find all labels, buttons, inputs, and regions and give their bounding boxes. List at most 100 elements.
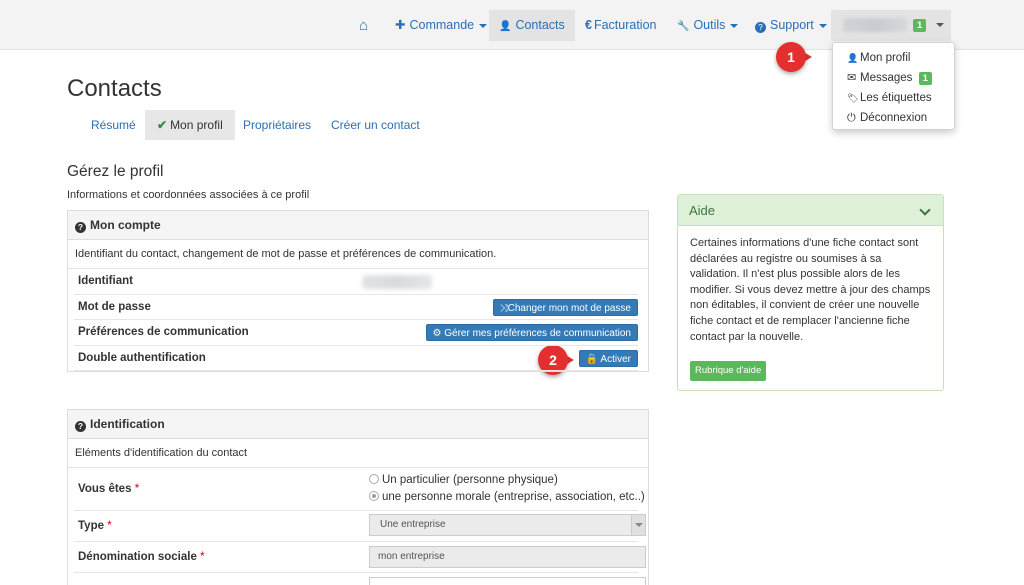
account-panel: ? Mon compte Identifiant du contact, chan… [67, 210, 649, 372]
row-password: Mot de passe ⤨Changer mon mot de passe [74, 295, 638, 320]
type-select[interactable]: Une entreprise [369, 514, 646, 536]
user-dropdown-menu: 👤 Mon profil ✉ Messages 1 🏷 Les étiquettes … [832, 42, 955, 130]
menu-item-label: Les étiquettes [860, 92, 932, 104]
help-body: Certaines informations d'une fiche conta… [678, 226, 943, 381]
marker-number: 1 [776, 42, 806, 72]
type-select-value: Une entreprise [380, 519, 446, 530]
chevron-down-icon [730, 23, 739, 28]
row-label: Préférences de communication [78, 326, 249, 338]
nav-home[interactable]: ⌂ [349, 10, 382, 41]
identification-panel-description: Eléments d'identification du contact [68, 439, 648, 468]
activate-2fa-button[interactable]: 🔒 Activer [578, 349, 638, 367]
field-label: Type [78, 520, 104, 532]
tab-label: Créer un contact [331, 118, 420, 132]
row-two-factor: Double authentification 🔒 Activer [74, 346, 638, 371]
euro-icon: € [585, 18, 592, 32]
menu-item-label: Mon profil [860, 52, 911, 64]
tab-mon-profil[interactable]: ✔ Mon profil [145, 110, 235, 140]
radio-label: une personne morale (entreprise, associa… [382, 491, 645, 503]
tab-resume[interactable]: Résumé [79, 110, 148, 140]
wrench-icon: 🔧 [677, 21, 690, 32]
user-menu-toggle[interactable]: 1 [831, 10, 951, 41]
radio-personne-morale[interactable]: une personne morale (entreprise, associa… [369, 490, 645, 504]
nav-facturation[interactable]: € Facturation [575, 10, 666, 41]
menu-item-etiquettes[interactable]: 🏷 Les étiquettes [833, 88, 954, 108]
nav-outils[interactable]: 🔧 Outils [667, 10, 748, 41]
chevron-down-icon [479, 23, 488, 28]
change-password-button[interactable]: ⤨Changer mon mot de passe [492, 298, 638, 316]
nav-commande[interactable]: ✚ Commande [385, 10, 497, 41]
tab-label: Propriétaires [243, 118, 312, 132]
next-field-input[interactable] [369, 577, 646, 585]
question-circle-icon: ? [75, 421, 86, 432]
nav-facturation-label: Facturation [593, 18, 657, 32]
question-circle-icon: ? [75, 222, 86, 233]
row-next-field [74, 573, 646, 585]
menu-item-messages[interactable]: ✉ Messages 1 [833, 68, 954, 88]
row-label: Mot de passe [78, 300, 151, 313]
nav-outils-label: Outils [693, 18, 726, 32]
row-identifiant: Identifiant [74, 269, 638, 295]
panel-heading-label: Mon compte [90, 218, 161, 232]
account-panel-description: Identifiant du contact, changement de mo… [68, 240, 648, 269]
tab-proprietaires[interactable]: Propriétaires [231, 110, 323, 140]
radio-selected-icon [369, 491, 379, 501]
row-denomination: Dénomination sociale * mon entreprise [74, 542, 646, 573]
menu-item-deconnexion[interactable]: ⏻ Déconnexion [833, 108, 954, 128]
menu-item-label: Messages [860, 72, 913, 84]
account-panel-heading: ? Mon compte [68, 211, 648, 240]
menu-item-label: Déconnexion [860, 112, 928, 124]
radio-label: Un particulier (personne physique) [382, 474, 558, 486]
required-marker: * [134, 483, 140, 495]
row-label: Double authentification [78, 351, 206, 364]
question-circle-icon: ? [755, 22, 766, 33]
annotation-marker-1: 1 [776, 42, 812, 72]
nav-contacts[interactable]: 👤 Contacts [489, 10, 575, 41]
envelope-icon: ✉ [847, 72, 857, 84]
identification-panel-heading: ? Identification [68, 410, 648, 439]
tab-label: Mon profil [170, 118, 223, 132]
user-icon: 👤 [847, 53, 859, 63]
nav-support[interactable]: ? Support [745, 10, 837, 41]
chevron-down-icon [818, 23, 827, 28]
user-name-redacted [843, 18, 907, 32]
chevron-down-icon [631, 515, 645, 535]
help-topic-button[interactable]: Rubrique d'aide [690, 361, 767, 381]
tab-label: Résumé [91, 118, 136, 132]
tab-creer-contact[interactable]: Créer un contact [319, 110, 432, 140]
help-panel: Aide Certaines informations d'une fiche … [677, 194, 944, 391]
radio-particulier[interactable]: Un particulier (personne physique) [369, 473, 558, 487]
menu-item-mon-profil[interactable]: 👤 Mon profil [833, 48, 954, 68]
plus-icon: ✚ [395, 18, 406, 32]
denomination-input[interactable]: mon entreprise [369, 546, 646, 568]
field-label: Vous êtes [78, 483, 132, 495]
field-label: Dénomination sociale [78, 551, 197, 563]
home-icon: ⌂ [359, 17, 369, 34]
messages-badge: 1 [918, 72, 932, 85]
identification-panel: ? Identification Eléments d'identificatio… [67, 409, 649, 585]
row-label: Dénomination sociale * [78, 542, 205, 573]
nav-contacts-label: Contacts [515, 18, 565, 32]
required-marker: * [200, 551, 205, 563]
chevron-down-icon [936, 23, 944, 27]
power-icon: ⏻ [847, 112, 856, 124]
help-panel-heading[interactable]: Aide [678, 195, 943, 226]
panel-heading-label: Identification [90, 417, 165, 431]
user-message-badge: 1 [913, 19, 927, 32]
chevron-down-icon[interactable] [919, 204, 931, 216]
manage-preferences-button[interactable]: ⚙ Gérer mes préférences de communication [425, 324, 638, 341]
tags-icon: 🏷 [847, 93, 859, 103]
row-label: Type * [78, 511, 112, 542]
section-description: Informations et coordonnées associées à … [67, 189, 310, 201]
row-label: Identifiant [78, 275, 133, 287]
row-type: Type * Une entreprise [74, 511, 646, 542]
section-title: Gérez le profil [67, 163, 164, 180]
help-text: Certaines informations d'une fiche conta… [690, 237, 931, 343]
nav-commande-label: Commande [409, 18, 475, 32]
row-preferences: Préférences de communication ⚙ Gérer mes… [74, 320, 638, 346]
help-title: Aide [689, 203, 716, 218]
row-label: Vous êtes * [78, 468, 139, 511]
page-title: Contacts [67, 75, 162, 102]
required-marker: * [107, 520, 112, 532]
radio-icon [369, 474, 379, 484]
